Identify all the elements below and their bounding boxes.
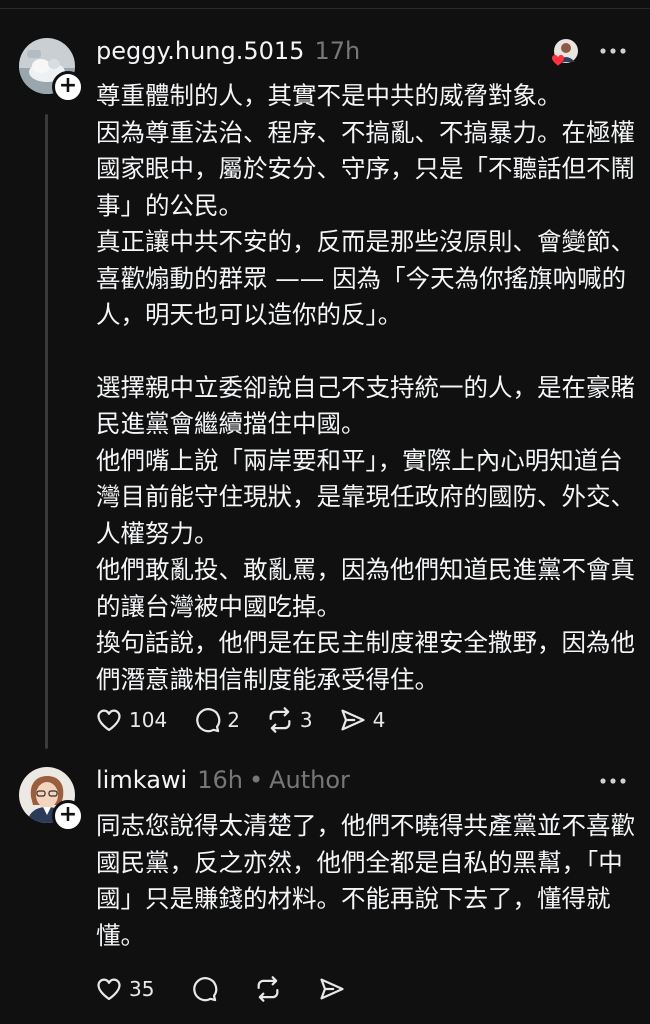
paragraph: 尊重體制的人，其實不是中共的威脅對象。 <box>96 81 562 110</box>
repost-button[interactable] <box>254 975 282 1003</box>
like-count: 104 <box>129 708 168 732</box>
paragraph: 真正讓中共不安的，反而是那些沒原則、會變節、喜歡煽動的群眾 —— 因為「今天為你… <box>96 227 635 329</box>
heart-icon <box>97 709 121 732</box>
reply-count: 2 <box>227 708 240 732</box>
post-body: 尊重體制的人，其實不是中共的威脅對象。 因為尊重法治、程序、不搞亂、不搞暴力。在… <box>96 78 636 698</box>
comment-icon <box>196 708 221 733</box>
meta-line: 16h • Author <box>197 766 350 794</box>
share-button[interactable] <box>318 975 346 1003</box>
more-dots-icon[interactable] <box>598 776 628 786</box>
top-divider <box>0 8 650 9</box>
reply-button[interactable]: 2 <box>193 706 240 734</box>
separator-dot: • <box>248 766 264 794</box>
heart-icon <box>97 978 121 1001</box>
send-icon <box>341 709 365 731</box>
repost-icon <box>269 707 291 733</box>
username[interactable]: peggy.hung.5015 <box>96 37 304 65</box>
timestamp: 16h <box>197 766 243 794</box>
paragraph: 同志您說得太清楚了，他們不曉得共產黨並不喜歡國民黨，反之亦然，他們全都是自私的黑… <box>96 811 635 950</box>
repost-button[interactable]: 3 <box>266 706 313 734</box>
username[interactable]: limkawi <box>96 766 187 794</box>
paragraph: 因為尊重法治、程序、不搞亂、不搞暴力。在極權國家眼中，屬於安分、守序，只是「不聽… <box>96 117 635 220</box>
paragraph: 他們敢亂投、敢亂罵，因為他們知道民進黨不會真的讓台灣被中國吃掉。 <box>96 555 635 621</box>
post-body: 同志您說得太清楚了，他們不曉得共產黨並不喜歡國民黨，反之亦然，他們全都是自私的黑… <box>96 808 636 954</box>
paragraph: 他們嘴上說「兩岸要和平」，實際上內心明知道台灣目前能守住現狀，是靠現任政府的國防… <box>96 445 635 548</box>
paragraph: 選擇親中立委卻說自己不支持統一的人，是在豪賭民進黨會繼續擋住中國。 <box>96 372 635 439</box>
action-bar: 35 <box>95 975 372 1003</box>
more-dots-icon[interactable] <box>598 46 628 56</box>
send-icon <box>320 978 345 1000</box>
repost-count: 3 <box>299 708 313 732</box>
paragraph: 換句話說，他們是在民主制度裡安全撒野，因為他們潛意識相信制度能承受得住。 <box>96 628 635 694</box>
action-bar: 104 2 3 4 <box>95 706 411 734</box>
follow-plus-icon[interactable]: + <box>52 800 84 832</box>
threads-page: + peggy.hung.5015 17h 尊重體制的人，其實不是中共的威脅對象… <box>0 0 650 1024</box>
share-button[interactable]: 4 <box>339 706 386 734</box>
thread-line <box>45 114 48 749</box>
author-label: Author <box>269 766 350 794</box>
share-count: 4 <box>372 708 386 732</box>
reply-button[interactable] <box>190 975 218 1003</box>
post-header: peggy.hung.5015 17h <box>96 37 360 65</box>
timestamp: 17h <box>314 37 361 65</box>
follow-plus-icon[interactable]: + <box>52 71 84 103</box>
like-button[interactable]: 35 <box>95 975 154 1003</box>
post-header: limkawi 16h • Author <box>96 766 350 794</box>
comment-icon <box>193 977 218 1002</box>
repost-icon <box>258 976 279 1002</box>
liker-avatar[interactable] <box>550 38 580 68</box>
like-button[interactable]: 104 <box>95 706 167 734</box>
like-count: 35 <box>129 977 155 1001</box>
